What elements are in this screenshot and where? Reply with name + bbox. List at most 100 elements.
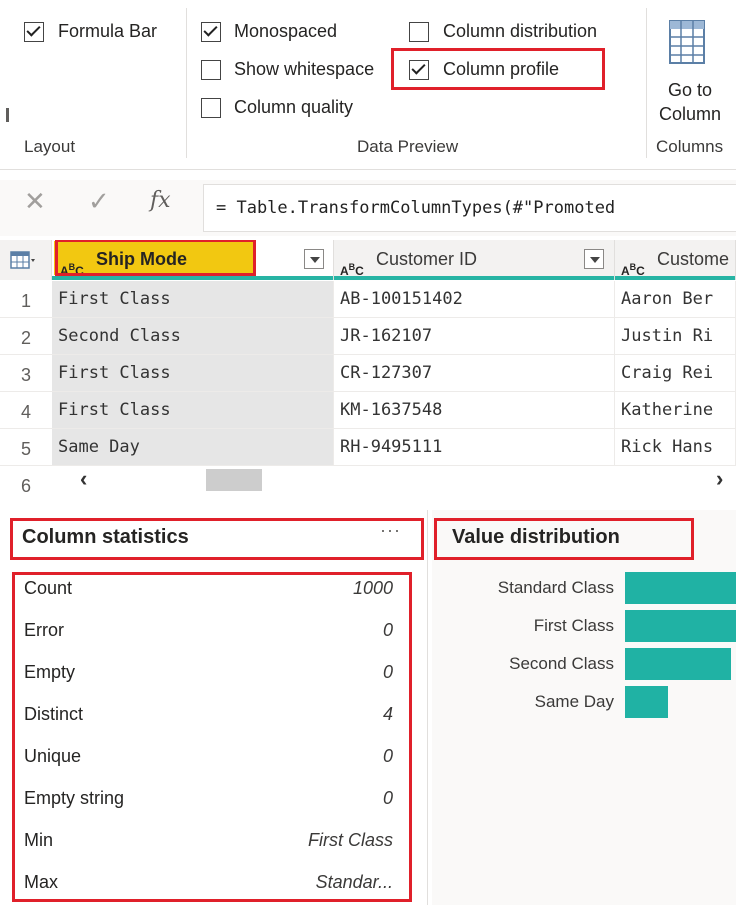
scroll-right-icon[interactable]: › [716,466,723,492]
scrollbar-thumb[interactable] [206,469,262,491]
data-preview-group-label: Data Preview [357,137,459,156]
column-filter-dropdown[interactable] [304,249,324,269]
stat-label-empty: Empty [24,662,76,682]
row-number: 5 [20,439,31,459]
column-quality-bar [615,276,735,280]
column-name: Customer ID [376,249,478,269]
go-to-column-line1: Go to [668,80,713,100]
row-number: 2 [20,328,31,348]
formula-input[interactable]: = Table.TransformColumnTypes(#"Promoted [203,184,736,232]
show-whitespace-label[interactable]: Show whitespace [234,59,392,80]
column-statistics-values-highlight [12,572,412,902]
value-distribution-pane: Value distribution Standard Class First … [432,510,736,905]
table-row[interactable]: 1 First Class AB-100151402 Aaron Ber [0,281,736,318]
horizontal-scrollbar[interactable]: ‹ › [52,466,736,496]
table-cell[interactable]: First Class [52,281,334,317]
data-grid: ABC Ship Mode ABC Customer ID ABC Custom… [0,240,736,502]
column-statistics-title: Column statistics [22,526,189,548]
row-number: 1 [20,291,31,311]
fx-icon[interactable]: fx [150,188,171,213]
column-profile-label[interactable]: Column profile [443,59,559,80]
table-cell[interactable]: CR-127307 [334,355,615,391]
table-cell[interactable]: Aaron Ber [615,281,736,317]
table-cell[interactable]: Rick Hans [615,429,736,465]
distribution-bar[interactable] [625,572,736,604]
table-row[interactable]: 3 First Class CR-127307 Craig Rei [0,355,736,392]
column-quality-label[interactable]: Column quality [234,97,353,118]
table-cell[interactable]: Second Class [52,318,334,354]
formula-bar-checkbox[interactable] [24,22,44,42]
stat-label-unique: Unique [24,746,82,766]
close-icon[interactable]: ✕ [24,186,46,217]
monospaced-label[interactable]: Monospaced [234,21,337,42]
table-cell[interactable]: Craig Rei [615,355,736,391]
stat-label-distinct: Distinct [24,704,84,724]
stat-value-min: First Class [308,830,393,850]
column-profile-checkbox[interactable] [409,60,429,80]
more-options-icon[interactable]: ··· [380,520,401,541]
column-statistics-pane: Column statistics ··· Count 1000 Error 0… [0,510,428,905]
ribbon-separator [186,8,187,158]
stat-value-unique: 0 [382,746,393,766]
check-icon[interactable]: ✓ [88,186,110,217]
stat-label-min: Min [24,830,54,850]
stat-value-distinct: 4 [382,704,393,724]
column-distribution-checkbox[interactable] [409,22,429,42]
show-whitespace-checkbox[interactable] [201,60,221,80]
table-row[interactable]: 2 Second Class JR-162107 Justin Ri [0,318,736,355]
table-menu-button[interactable] [0,240,52,280]
table-cell[interactable]: Same Day [52,429,334,465]
columns-group-label: Columns [656,137,724,156]
table-cell[interactable]: RH-9495111 [334,429,615,465]
ribbon-scroll-handle[interactable] [6,108,9,122]
table-icon [10,251,35,269]
row-number: 4 [20,402,31,422]
chevron-down-icon [310,257,320,263]
formula-bar-label[interactable]: Formula Bar [58,21,157,42]
table-row[interactable]: 5 Same Day RH-9495111 Rick Hans [0,429,736,466]
go-to-column-button[interactable]: Go to Column [658,8,736,132]
distribution-label: First Class [533,616,614,635]
distribution-bar[interactable] [625,686,668,718]
column-filter-dropdown[interactable] [584,249,604,269]
distribution-bar[interactable] [625,648,731,680]
stat-label-max: Max [24,872,59,892]
distribution-bar[interactable] [625,610,736,642]
stat-value-count: 1000 [352,578,393,598]
ribbon: Formula Bar Layout Monospaced Show white… [0,0,736,170]
column-quality-bar [334,276,614,280]
stat-label-empty-string: Empty string [24,788,125,808]
distribution-label: Standard Class [497,578,614,597]
stat-value-empty-string: 0 [382,788,393,808]
column-header-customer-name[interactable]: ABC Custome [615,240,736,280]
table-cell[interactable]: JR-162107 [334,318,615,354]
table-row[interactable]: 4 First Class KM-1637548 Katherine [0,392,736,429]
column-distribution-label[interactable]: Column distribution [443,21,597,42]
table-grid-icon [669,20,705,64]
table-cell[interactable]: KM-1637548 [334,392,615,428]
table-cell[interactable]: First Class [52,355,334,391]
table-row[interactable]: 6 ‹ › [0,466,736,502]
stat-label-error: Error [24,620,64,640]
distribution-label: Second Class [509,654,614,673]
table-cell[interactable]: First Class [52,392,334,428]
distribution-label: Same Day [534,692,614,711]
value-distribution-title: Value distribution [452,526,620,548]
stat-label-count: Count [24,578,73,598]
table-cell[interactable]: Katherine [615,392,736,428]
column-name: Ship Mode [96,249,187,269]
chevron-down-icon [590,257,600,263]
column-quality-bar [52,276,333,280]
table-cell[interactable]: AB-100151402 [334,281,615,317]
column-header-customer-id[interactable]: ABC Customer ID [334,240,615,280]
column-header-ship-mode[interactable]: ABC Ship Mode [52,240,334,280]
column-quality-checkbox[interactable] [201,98,221,118]
row-number: 3 [20,365,31,385]
ribbon-separator [646,8,647,158]
layout-group-label: Layout [24,137,76,156]
monospaced-checkbox[interactable] [201,22,221,42]
table-cell[interactable]: Justin Ri [615,318,736,354]
stat-value-max: Standar... [315,872,393,892]
scroll-left-icon[interactable]: ‹ [80,466,87,492]
column-name: Custome [657,249,730,269]
